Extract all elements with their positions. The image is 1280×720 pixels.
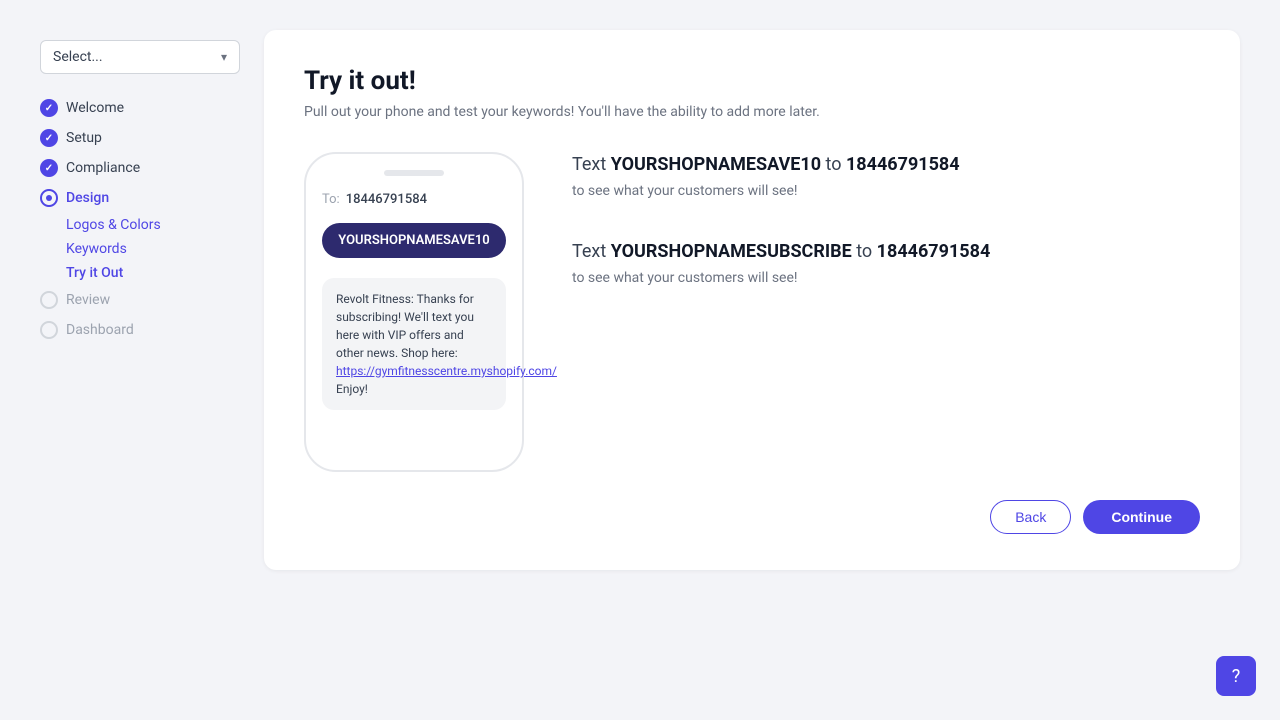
help-icon: ? bbox=[1232, 666, 1241, 687]
instruction-number-2: 18446791584 bbox=[877, 241, 991, 262]
check-icon bbox=[40, 129, 58, 147]
phone-top-bar bbox=[384, 170, 444, 176]
dot-gray-icon bbox=[40, 321, 58, 339]
instruction-sub-1: to see what your customers will see! bbox=[572, 183, 1200, 199]
sidebar-item-welcome-label: Welcome bbox=[66, 100, 124, 116]
phone-message-text: Revolt Fitness: Thanks for subscribing! … bbox=[336, 292, 474, 360]
sidebar-item-review-label: Review bbox=[66, 292, 110, 308]
phone-to-label: To: bbox=[322, 192, 340, 207]
phone-message-link[interactable]: https://gymfitnesscentre.myshopify.com/ bbox=[336, 364, 557, 378]
footer-buttons: Back Continue bbox=[990, 500, 1200, 534]
instruction-keyword-1: YOURSHOPNAMESAVE10 bbox=[611, 154, 821, 175]
instruction-prefix-2: Text bbox=[572, 241, 611, 262]
instruction-number-1: 18446791584 bbox=[846, 154, 960, 175]
sidebar-item-design[interactable]: Design bbox=[40, 184, 240, 212]
instruction-prefix-1: Text bbox=[572, 154, 611, 175]
page-subtitle: Pull out your phone and test your keywor… bbox=[304, 104, 1200, 120]
select-placeholder: Select... bbox=[53, 49, 103, 65]
instructions-area: Text YOURSHOPNAMESAVE10 to 18446791584 t… bbox=[572, 152, 1200, 286]
select-dropdown[interactable]: Select... ▾ bbox=[40, 40, 240, 74]
instruction-text-1: Text YOURSHOPNAMESAVE10 to 18446791584 bbox=[572, 152, 1200, 177]
sidebar-item-review[interactable]: Review bbox=[40, 286, 240, 314]
instruction-block-1: Text YOURSHOPNAMESAVE10 to 18446791584 t… bbox=[572, 152, 1200, 199]
phone-to-number: 18446791584 bbox=[346, 192, 427, 207]
sidebar-item-keywords[interactable]: Keywords bbox=[66, 238, 240, 260]
design-sub-nav: Logos & Colors Keywords Try it Out bbox=[66, 214, 240, 284]
instruction-keyword-2: YOURSHOPNAMESUBSCRIBE bbox=[611, 241, 852, 262]
dot-gray-icon bbox=[40, 291, 58, 309]
phone-keyword-button: YOURSHOPNAMESAVE10 bbox=[322, 223, 505, 258]
sidebar-item-design-label: Design bbox=[66, 190, 109, 206]
help-button[interactable]: ? bbox=[1216, 656, 1256, 696]
phone-to-row: To: 18446791584 bbox=[322, 192, 506, 207]
chevron-down-icon: ▾ bbox=[221, 50, 227, 64]
instruction-block-2: Text YOURSHOPNAMESUBSCRIBE to 1844679158… bbox=[572, 239, 1200, 286]
sidebar-item-setup-label: Setup bbox=[66, 130, 102, 146]
nav-list: Welcome Setup Compliance Design Logos & … bbox=[40, 94, 240, 344]
continue-button[interactable]: Continue bbox=[1083, 500, 1200, 534]
instruction-sub-2: to see what your customers will see! bbox=[572, 270, 1200, 286]
dot-active-icon bbox=[40, 189, 58, 207]
back-button[interactable]: Back bbox=[990, 500, 1071, 534]
instruction-text-2: Text YOURSHOPNAMESUBSCRIBE to 1844679158… bbox=[572, 239, 1200, 264]
sidebar-item-welcome[interactable]: Welcome bbox=[40, 94, 240, 122]
sidebar: Select... ▾ Welcome Setup Compliance De bbox=[40, 30, 240, 570]
phone-mockup: To: 18446791584 YOURSHOPNAMESAVE10 Revol… bbox=[304, 152, 524, 472]
phone-message-suffix: Enjoy! bbox=[336, 382, 368, 396]
content-area: To: 18446791584 YOURSHOPNAMESAVE10 Revol… bbox=[304, 152, 1200, 472]
page-title: Try it out! bbox=[304, 66, 1200, 96]
check-icon bbox=[40, 99, 58, 117]
sidebar-item-dashboard-label: Dashboard bbox=[66, 322, 134, 338]
sidebar-item-compliance[interactable]: Compliance bbox=[40, 154, 240, 182]
phone-message-bubble: Revolt Fitness: Thanks for subscribing! … bbox=[322, 278, 506, 410]
instruction-middle-1: to bbox=[821, 154, 846, 175]
instruction-middle-2: to bbox=[852, 241, 877, 262]
sidebar-item-dashboard[interactable]: Dashboard bbox=[40, 316, 240, 344]
sidebar-item-compliance-label: Compliance bbox=[66, 160, 140, 176]
sidebar-item-try-it-out[interactable]: Try it Out bbox=[66, 262, 240, 284]
check-icon bbox=[40, 159, 58, 177]
main-card: Try it out! Pull out your phone and test… bbox=[264, 30, 1240, 570]
sidebar-item-setup[interactable]: Setup bbox=[40, 124, 240, 152]
sidebar-item-logos-colors[interactable]: Logos & Colors bbox=[66, 214, 240, 236]
